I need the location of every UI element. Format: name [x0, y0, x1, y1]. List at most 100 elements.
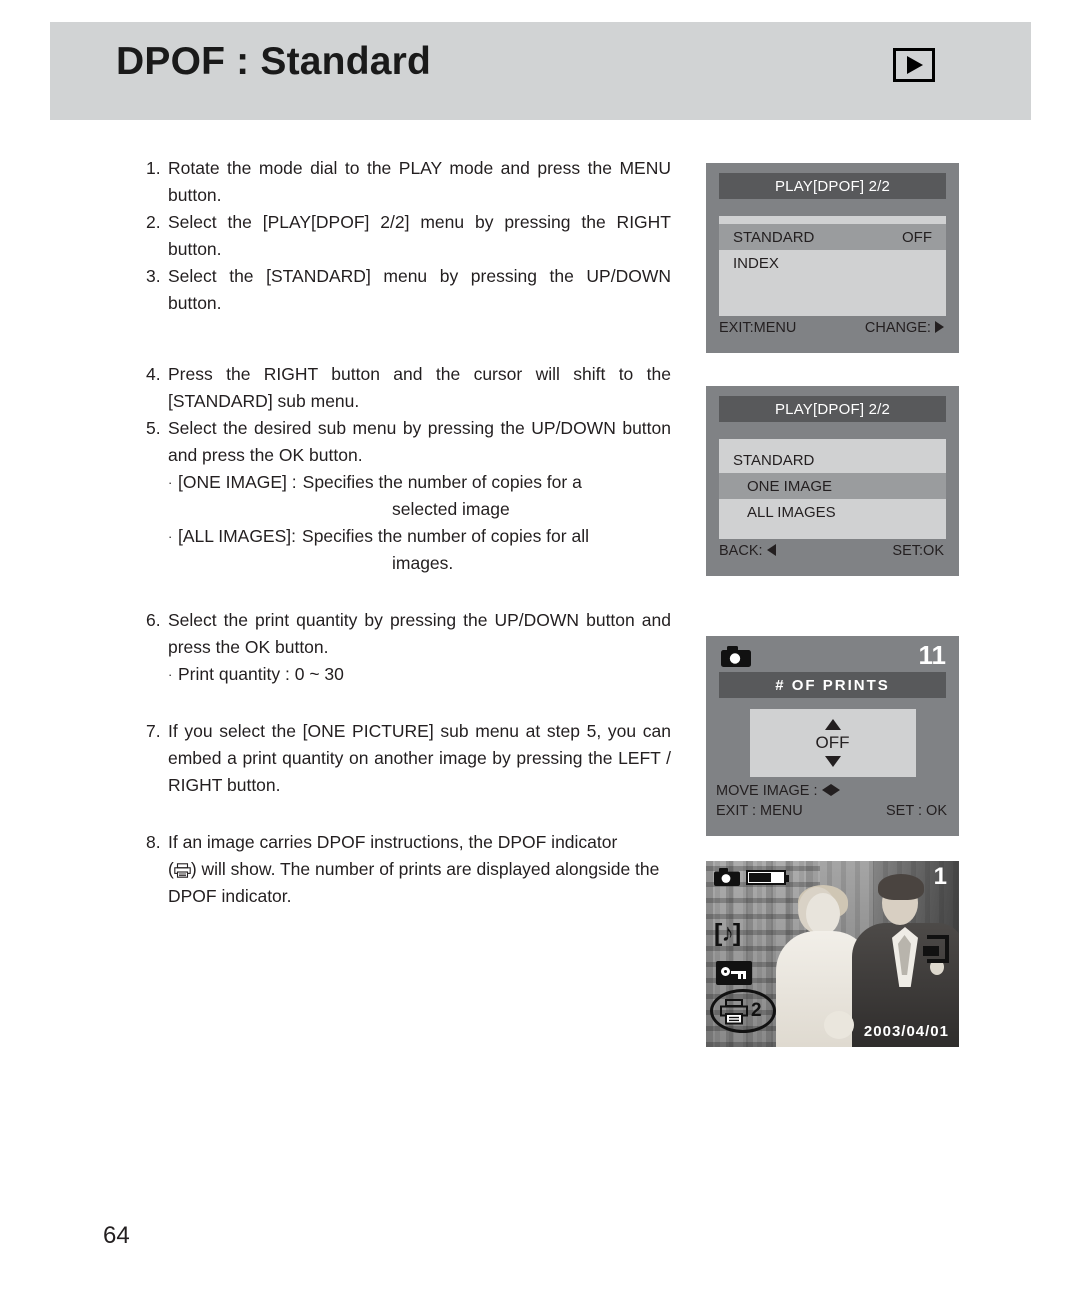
camera-icon — [721, 646, 751, 667]
sub-item-label: [ALL IMAGES]: — [178, 526, 297, 546]
lcd-screen-dpof-menu: PLAY[DPOF] 2/2 STANDARD OFF INDEX EXIT:M… — [706, 163, 959, 353]
step-text: Press the RIGHT button and the cursor wi… — [168, 364, 671, 411]
lcd-footer: EXIT:MENU CHANGE: — [706, 316, 959, 346]
footer-set-label: SET : OK — [886, 803, 947, 819]
step-text-continued: ) will show. The number of prints are di… — [168, 859, 660, 906]
step-number: 4. — [146, 364, 161, 384]
key-lock-icon — [716, 961, 752, 985]
step-number: 6. — [146, 610, 161, 630]
sub-item-all-images-cont: images. — [168, 550, 671, 577]
instruction-step-7: 7. If you select the [ONE PICTURE] sub m… — [146, 718, 671, 799]
instruction-step-1: 1. Rotate the mode dial to the PLAY mode… — [146, 155, 671, 209]
instruction-step-5: 5. Select the desired sub menu by pressi… — [146, 415, 671, 469]
sub-item-all-images: · [ALL IMAGES]: Specifies the number of … — [168, 523, 671, 550]
menu-item-label: ALL IMAGES — [747, 503, 836, 521]
menu-item-label: ONE IMAGE — [747, 477, 833, 495]
step-number: 2. — [146, 212, 161, 232]
lcd-footer: BACK: SET:OK — [706, 539, 959, 569]
dpof-printer-icon — [174, 859, 191, 878]
footer-move-image-label: MOVE IMAGE : — [716, 783, 840, 799]
left-arrow-icon — [766, 544, 776, 556]
down-arrow-icon[interactable] — [824, 756, 841, 767]
image-count: 11 — [918, 640, 947, 670]
sub-item-text-2: images. — [392, 553, 454, 573]
footer-set-label: SET:OK — [892, 543, 944, 559]
instruction-step-8: 8. If an image carries DPOF instructions… — [146, 829, 671, 910]
sub-item-label: [ONE IMAGE] : — [178, 472, 297, 492]
menu-item-standard[interactable]: STANDARD OFF — [719, 224, 946, 250]
card-icon — [923, 935, 949, 963]
footer-change-label: CHANGE: — [865, 320, 944, 336]
lcd-footer: MOVE IMAGE : EXIT : MENU SET : OK — [706, 777, 959, 823]
page-number: 64 — [103, 1222, 130, 1249]
instruction-step-4: 4. Press the RIGHT button and the cursor… — [146, 361, 671, 415]
bullet-dot: · — [168, 475, 173, 490]
menu-item-label: INDEX — [733, 254, 779, 272]
camera-icon — [714, 868, 740, 886]
dpof-indicator-circle: 2 — [710, 989, 776, 1033]
lcd-screen-playback-photo: 1 [♪] 2 2003/04/01 — [706, 861, 959, 1047]
footer-exit-label: EXIT:MENU — [719, 320, 797, 336]
step-number: 8. — [146, 832, 161, 852]
sub-item-print-quantity: · Print quantity : 0 ~ 30 — [168, 661, 671, 688]
step-text: If an image carries DPOF instructions, t… — [168, 832, 618, 852]
bullet-dot: · — [168, 529, 173, 544]
print-quantity-value: OFF — [815, 733, 850, 752]
lcd-menu-list: STANDARD ONE IMAGE ALL IMAGES — [719, 439, 946, 539]
lcd-screen-standard-submenu: PLAY[DPOF] 2/2 STANDARD ONE IMAGE ALL IM… — [706, 386, 959, 576]
photo-bouquet — [824, 1011, 854, 1039]
image-count: 1 — [933, 863, 947, 890]
footer-exit-label: EXIT : MENU — [716, 803, 803, 819]
play-icon — [893, 48, 935, 82]
dpof-printer-icon — [720, 999, 748, 1025]
page-title: DPOF : Standard — [116, 40, 432, 83]
step-number: 5. — [146, 418, 161, 438]
lcd-title: # OF PRINTS — [719, 672, 946, 698]
sub-item-one-image: · [ONE IMAGE] : Specifies the number of … — [168, 469, 671, 496]
sub-item-text: Print quantity : 0 ~ 30 — [178, 664, 344, 684]
sound-icon: [♪] — [714, 919, 741, 947]
right-arrow-icon — [830, 784, 840, 796]
photo-date: 2003/04/01 — [863, 1023, 949, 1040]
sub-item-one-image-cont: selected image — [168, 496, 671, 523]
up-arrow-icon[interactable] — [824, 719, 841, 730]
menu-item-label: STANDARD — [733, 228, 815, 246]
print-quantity-stepper[interactable]: OFF — [749, 709, 916, 777]
menu-item-value: OFF — [902, 228, 932, 246]
right-arrow-icon — [935, 321, 944, 333]
page-header-banner: DPOF : Standard — [50, 22, 1031, 120]
lcd-menu-list: STANDARD OFF INDEX — [719, 216, 946, 316]
photo-preview: 1 [♪] 2 2003/04/01 — [706, 861, 959, 1047]
instruction-step-2: 2. Select the [PLAY[DPOF] 2/2] menu by p… — [146, 209, 671, 263]
photo-groom-hair — [878, 874, 924, 900]
battery-icon — [746, 870, 789, 885]
menu-item-label: STANDARD — [733, 451, 815, 469]
bullet-dot: · — [168, 667, 173, 682]
lcd-title: PLAY[DPOF] 2/2 — [719, 173, 946, 199]
lcd-status-bar: 11 — [719, 640, 947, 670]
menu-item-standard[interactable]: STANDARD — [719, 447, 946, 473]
lcd-screen-print-quantity: 11 # OF PRINTS OFF MOVE IMAGE : EXIT : M… — [706, 636, 959, 836]
lcd-title: PLAY[DPOF] 2/2 — [719, 396, 946, 422]
instruction-step-3: 3. Select the [STANDARD] menu by pressin… — [146, 263, 671, 317]
step-number: 1. — [146, 158, 161, 178]
step-text: Select the desired sub menu by pressing … — [168, 418, 671, 465]
step-text: Rotate the mode dial to the PLAY mode an… — [168, 158, 671, 205]
step-text: Select the [PLAY[DPOF] 2/2] menu by pres… — [168, 212, 671, 259]
instruction-list: 1. Rotate the mode dial to the PLAY mode… — [146, 155, 671, 910]
step-number: 7. — [146, 721, 161, 741]
sub-item-text: Specifies the number of copies for a — [302, 472, 582, 492]
footer-back-label: BACK: — [719, 543, 776, 559]
sub-item-text-2: selected image — [392, 499, 510, 519]
menu-item-one-image[interactable]: ONE IMAGE — [719, 473, 946, 499]
menu-item-index[interactable]: INDEX — [719, 250, 946, 276]
step-text: If you select the [ONE PICTURE] sub menu… — [168, 721, 671, 795]
left-arrow-icon — [821, 784, 831, 796]
dpof-print-count: 2 — [751, 1000, 762, 1021]
step-number: 3. — [146, 266, 161, 286]
menu-item-all-images[interactable]: ALL IMAGES — [719, 499, 946, 525]
instruction-step-6: 6. Select the print quantity by pressing… — [146, 607, 671, 661]
step-text: Select the print quantity by pressing th… — [168, 610, 671, 657]
step-text: Select the [STANDARD] menu by pressing t… — [168, 266, 671, 313]
photo-bride-head — [806, 893, 840, 935]
